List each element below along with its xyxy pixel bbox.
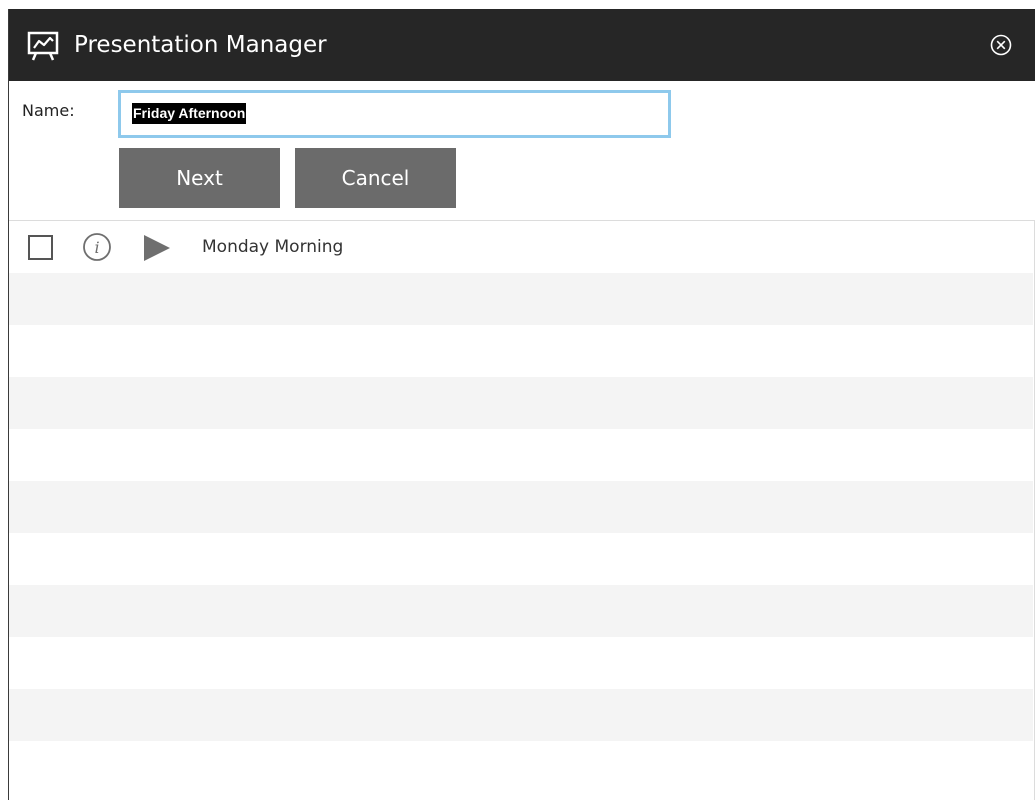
presentation-board-icon (27, 31, 59, 61)
window-title: Presentation Manager (74, 32, 327, 58)
list-row-background (9, 429, 1033, 481)
list-row-background (9, 325, 1033, 377)
play-icon[interactable] (142, 233, 172, 263)
list-row-background (9, 481, 1033, 533)
list-item[interactable]: i Monday Morning (9, 221, 1033, 273)
name-label: Name: (22, 101, 75, 120)
list-row-background (9, 273, 1033, 325)
presentation-manager-dialog: Presentation Manager Name: Friday Aftern… (8, 9, 1035, 800)
next-button[interactable]: Next (119, 148, 280, 208)
info-icon[interactable]: i (82, 232, 112, 262)
presentation-list: i Monday Morning (9, 220, 1035, 800)
cancel-button[interactable]: Cancel (295, 148, 456, 208)
list-row-background (9, 533, 1033, 585)
list-item-checkbox[interactable] (28, 235, 53, 260)
svg-text:i: i (94, 238, 99, 257)
list-row-background (9, 585, 1033, 637)
name-input[interactable]: Friday Afternoon (118, 90, 671, 138)
list-row-background (9, 377, 1033, 429)
list-row-background (9, 741, 1033, 793)
list-item-label: Monday Morning (202, 237, 344, 257)
title-bar: Presentation Manager (9, 9, 1035, 81)
list-row-background (9, 689, 1033, 741)
close-icon[interactable] (990, 34, 1012, 56)
name-input-value: Friday Afternoon (132, 103, 247, 124)
list-row-background (9, 637, 1033, 689)
